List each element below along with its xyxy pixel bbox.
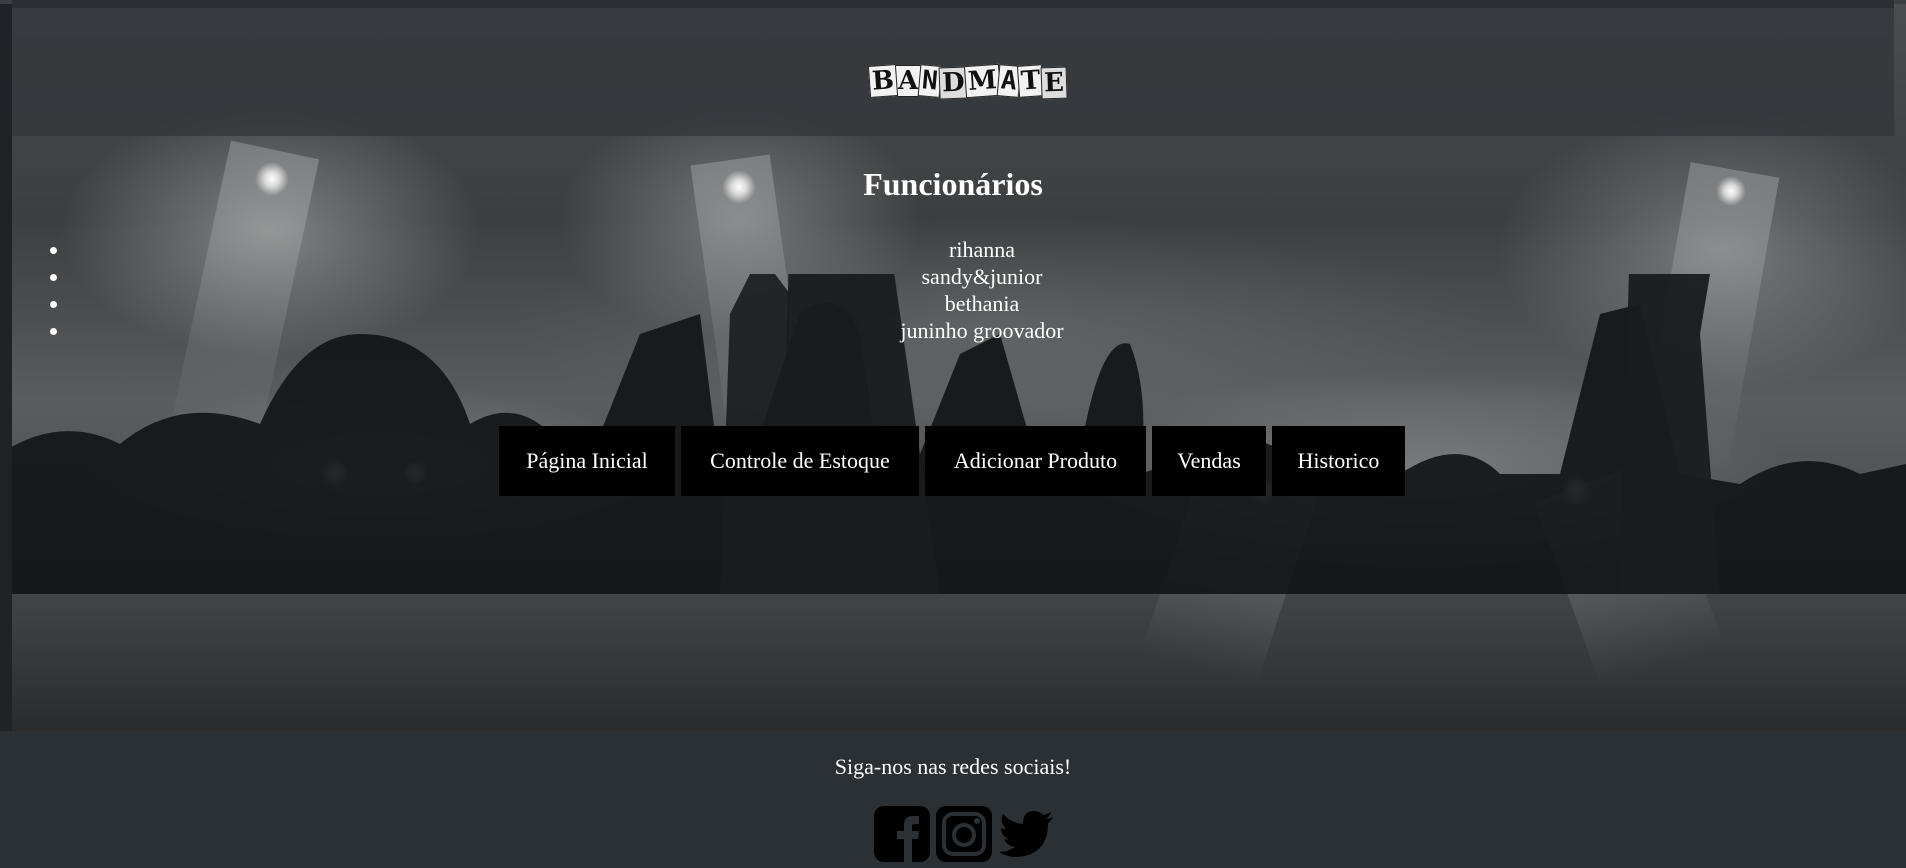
social-links xyxy=(873,805,1055,863)
site-footer: Siga-nos nas redes sociais! xyxy=(12,731,1906,868)
bullet xyxy=(50,328,57,335)
list-item: sandy&junior xyxy=(0,263,1906,290)
bandmate-logo[interactable]: B A N D M A T E xyxy=(867,60,1068,102)
bullet xyxy=(50,301,57,308)
main-nav: Página Inicial Controle de Estoque Adici… xyxy=(499,426,1405,496)
bullet xyxy=(50,247,57,254)
page-title: Funcionários xyxy=(863,166,1043,202)
nav-button-historico[interactable]: Historico xyxy=(1272,426,1405,496)
instagram-icon[interactable] xyxy=(935,805,993,863)
list-item: bethania xyxy=(0,290,1906,317)
logo-letter: E xyxy=(1040,66,1068,100)
page: B A N D M A T E Funcionários rihanna san… xyxy=(0,0,1906,868)
employee-name: bethania xyxy=(944,291,1020,316)
list-item: rihanna xyxy=(0,236,1906,263)
logo-letter: B xyxy=(867,64,899,98)
nav-button-vendas[interactable]: Vendas xyxy=(1152,426,1266,496)
employee-list: rihanna sandy&junior bethania juninho gr… xyxy=(0,236,1906,344)
nav-button-adicionar-produto[interactable]: Adicionar Produto xyxy=(925,426,1146,496)
employee-name: rihanna xyxy=(949,237,1015,262)
logo-letter: M xyxy=(964,63,1002,99)
left-edge xyxy=(0,0,12,731)
twitter-icon[interactable] xyxy=(997,805,1055,863)
social-call-to-action: Siga-nos nas redes sociais! xyxy=(834,754,1072,779)
employee-name: juninho groovador xyxy=(900,318,1064,343)
bullet xyxy=(50,274,57,281)
employee-name: sandy&junior xyxy=(921,264,1043,289)
list-item: juninho groovador xyxy=(0,317,1906,344)
nav-button-pagina-inicial[interactable]: Página Inicial xyxy=(499,426,675,496)
facebook-icon[interactable] xyxy=(873,805,931,863)
site-header: B A N D M A T E xyxy=(12,0,1894,136)
nav-button-controle-de-estoque[interactable]: Controle de Estoque xyxy=(681,426,919,496)
